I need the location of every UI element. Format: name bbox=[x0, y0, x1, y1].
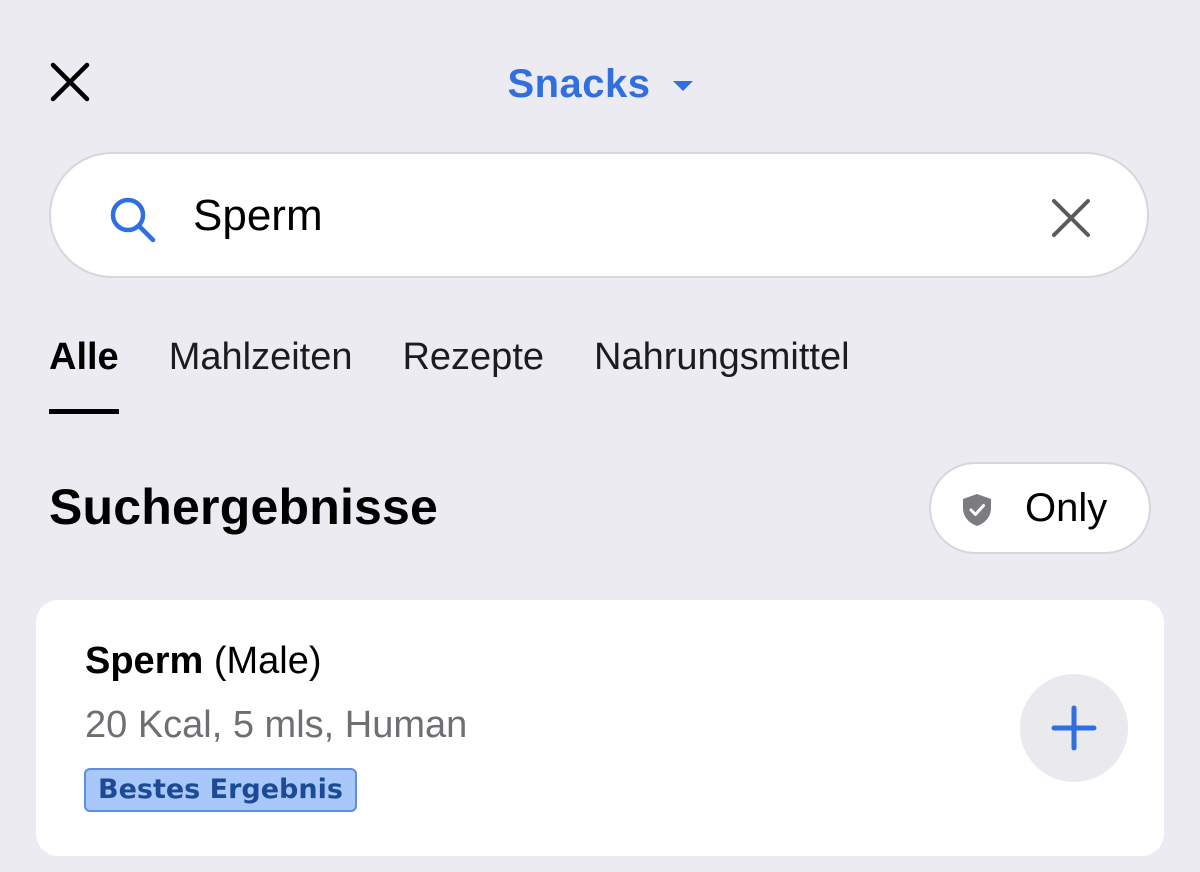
tab-rezepte[interactable]: Rezepte bbox=[402, 336, 544, 416]
result-name-main: Sperm bbox=[85, 640, 204, 682]
best-result-badge: Bestes Ergebnis bbox=[84, 768, 357, 812]
meal-title: Snacks bbox=[507, 61, 651, 106]
search-input[interactable] bbox=[193, 182, 1013, 250]
meal-selector[interactable]: Snacks bbox=[0, 58, 1200, 110]
filter-tabs: Alle Mahlzeiten Rezepte Nahrungsmittel bbox=[49, 336, 900, 426]
tab-alle[interactable]: Alle bbox=[49, 336, 119, 416]
add-food-button[interactable] bbox=[1020, 674, 1128, 782]
clear-icon bbox=[1052, 199, 1090, 237]
result-name-qualifier: (Male) bbox=[203, 640, 322, 682]
result-card[interactable]: Sperm (Male) 20 Kcal, 5 mls, Human Beste… bbox=[36, 600, 1164, 856]
search-bar[interactable] bbox=[49, 152, 1149, 278]
verified-only-filter-button[interactable]: Only bbox=[929, 462, 1151, 554]
plus-icon bbox=[1051, 705, 1097, 751]
results-heading: Suchergebnisse bbox=[49, 479, 439, 535]
only-filter-label: Only bbox=[1025, 486, 1108, 530]
shield-check-icon bbox=[963, 494, 991, 526]
result-name: Sperm (Male) bbox=[85, 640, 322, 683]
result-details: 20 Kcal, 5 mls, Human bbox=[85, 704, 468, 746]
search-icon bbox=[110, 197, 156, 243]
caret-down-icon bbox=[672, 81, 693, 91]
tab-nahrungsmittel[interactable]: Nahrungsmittel bbox=[594, 336, 850, 416]
clear-search-button[interactable] bbox=[1047, 194, 1095, 242]
tab-mahlzeiten[interactable]: Mahlzeiten bbox=[169, 336, 353, 416]
